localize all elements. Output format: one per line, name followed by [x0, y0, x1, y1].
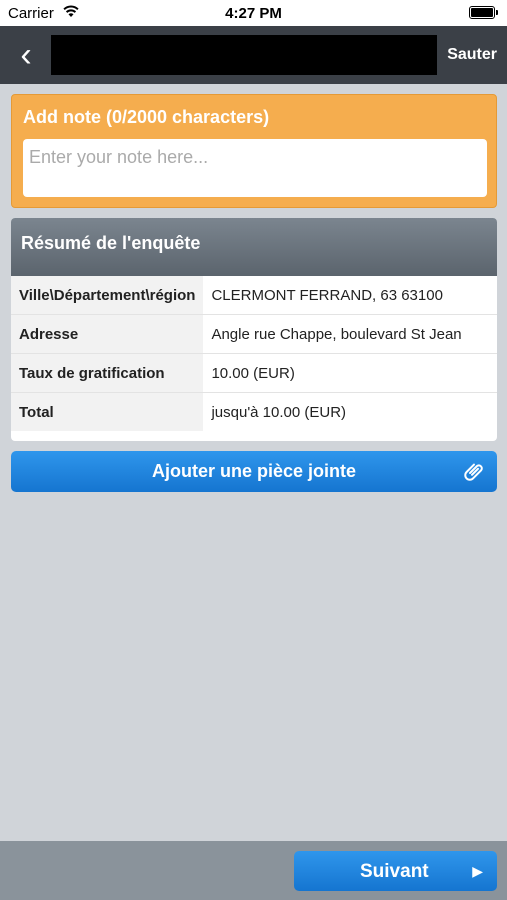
row-label: Ville\Département\région — [11, 276, 204, 315]
note-card: Add note (0/2000 characters) — [11, 94, 497, 208]
row-value: Angle rue Chappe, boulevard St Jean — [203, 314, 497, 354]
skip-button[interactable]: Sauter — [447, 46, 497, 64]
chevron-left-icon: ‹ — [20, 36, 32, 74]
add-attachment-label: Ajouter une pièce jointe — [151, 461, 357, 481]
summary-card: Résumé de l'enquête Ville\Département\ré… — [11, 218, 497, 441]
row-value: CLERMONT FERRAND, 63 63100 — [203, 276, 497, 315]
add-attachment-button[interactable]: Ajouter une pièce jointe — [11, 451, 497, 492]
table-row: Taux de gratification 10.00 (EUR) — [11, 353, 497, 393]
nav-title-redacted — [51, 35, 437, 75]
play-arrow-icon: ▶ — [472, 863, 483, 879]
table-row: Total jusqu'à 10.00 (EUR) — [11, 392, 497, 431]
row-value: 10.00 (EUR) — [203, 353, 497, 393]
back-button[interactable]: ‹ — [12, 38, 40, 72]
status-bar: Carrier 4:27 PM — [0, 0, 507, 26]
row-label: Taux de gratification — [11, 353, 204, 393]
battery-icon — [469, 6, 498, 19]
row-label: Total — [11, 392, 204, 431]
bottom-bar: Suivant ▶ — [0, 841, 507, 900]
row-value: jusqu'à 10.00 (EUR) — [203, 392, 497, 431]
nav-bar: ‹ Sauter — [0, 26, 507, 84]
note-title: Add note (0/2000 characters) — [23, 107, 270, 127]
note-input[interactable] — [23, 139, 487, 197]
table-row: Adresse Angle rue Chappe, boulevard St J… — [11, 314, 497, 354]
summary-table: Ville\Département\région CLERMONT FERRAN… — [11, 276, 497, 431]
next-button[interactable]: Suivant ▶ — [294, 851, 497, 891]
clock: 4:27 PM — [225, 5, 282, 22]
row-label: Adresse — [11, 314, 204, 354]
summary-title: Résumé de l'enquête — [11, 218, 497, 276]
next-label: Suivant — [360, 861, 429, 882]
paperclip-icon — [464, 463, 483, 481]
table-row: Ville\Département\région CLERMONT FERRAN… — [11, 276, 497, 315]
